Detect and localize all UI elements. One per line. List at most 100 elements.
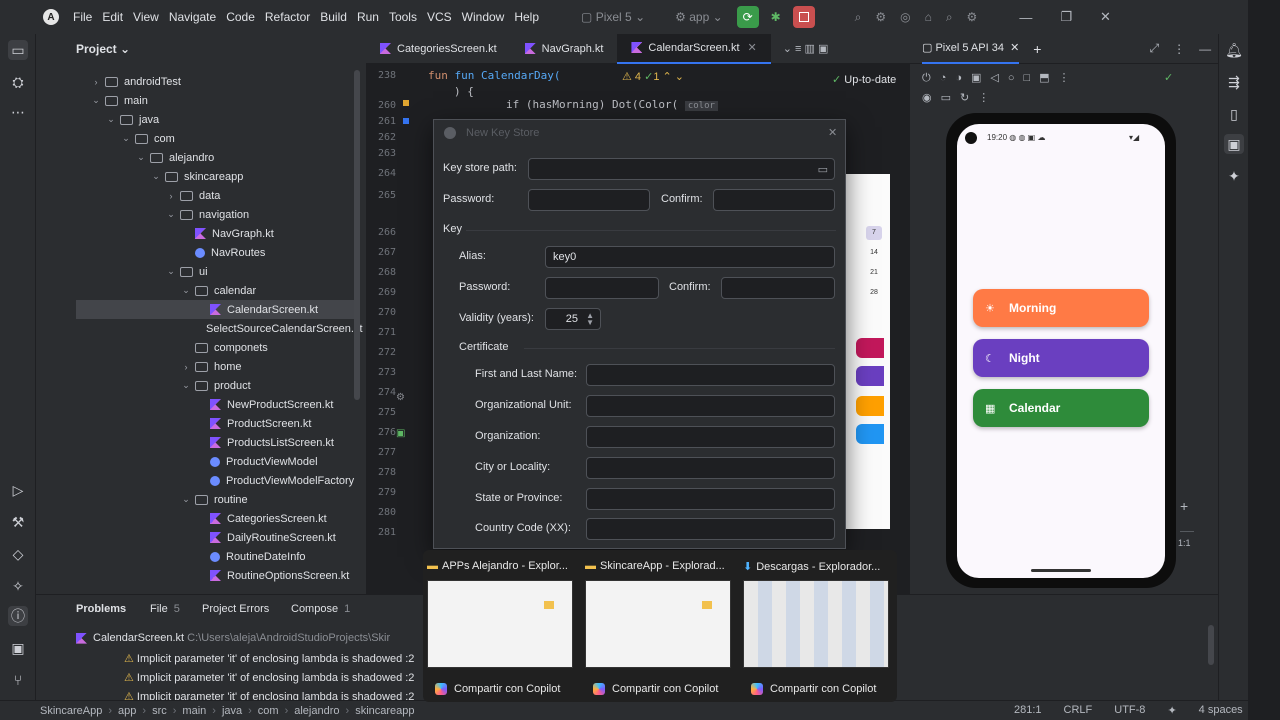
breadcrumb-item[interactable]: src xyxy=(152,705,167,717)
line-separator[interactable]: CRLF xyxy=(1064,704,1093,717)
tree-item[interactable]: ProductViewModelFactory xyxy=(76,471,356,490)
menu-item-help[interactable]: Help xyxy=(514,10,539,24)
logcat-icon[interactable]: ✧ xyxy=(8,576,28,596)
project-scrollbar[interactable] xyxy=(354,70,360,400)
tree-item[interactable]: ⌄ java xyxy=(76,110,356,129)
build-tool-icon[interactable]: ⚒ xyxy=(8,512,28,532)
chevron-icon[interactable]: ⌄ xyxy=(166,209,176,220)
gradle-icon[interactable]: ⇶ xyxy=(1224,72,1244,92)
more-tools-icon[interactable]: ⋯ xyxy=(8,102,28,122)
tree-item[interactable]: SelectSourceCalendarScreen.kt xyxy=(76,319,363,338)
dialog-close-icon[interactable]: ✕ xyxy=(828,126,837,139)
tree-item[interactable]: ProductsListScreen.kt xyxy=(76,433,356,452)
menu-item-refactor[interactable]: Refactor xyxy=(265,10,310,24)
editor-tab[interactable]: NavGraph.kt xyxy=(511,34,618,64)
first-last-name-input[interactable] xyxy=(586,364,835,386)
terminal-icon[interactable]: ▣ xyxy=(8,638,28,658)
menu-item-navigate[interactable]: Navigate xyxy=(169,10,216,24)
apply-changes-button[interactable]: ⟳ xyxy=(736,6,759,28)
chevron-icon[interactable]: ⌄ xyxy=(121,133,131,144)
menu-item-build[interactable]: Build xyxy=(320,10,347,24)
tree-item[interactable]: ⌄ main xyxy=(76,91,356,110)
gesture-bar[interactable] xyxy=(1031,569,1091,572)
editor-tab[interactable]: CategoriesScreen.kt xyxy=(366,34,511,64)
tree-item[interactable]: ⌄ alejandro xyxy=(76,148,356,167)
morning-button[interactable]: ☀ Morning xyxy=(973,289,1149,327)
notifications-icon[interactable]: 🔔︎ xyxy=(1224,40,1244,60)
tree-item[interactable]: CalendarScreen.kt xyxy=(76,300,356,319)
caret-position[interactable]: 281:1 xyxy=(1014,704,1042,717)
breadcrumb-item[interactable]: main xyxy=(182,705,206,717)
breadcrumb-item[interactable]: alejandro xyxy=(294,705,339,717)
tree-item[interactable]: › home xyxy=(76,357,356,376)
debug-button[interactable]: ✱ xyxy=(765,6,787,28)
menu-item-view[interactable]: View xyxy=(133,10,159,24)
preview-thumbnail[interactable] xyxy=(585,580,731,668)
tree-item[interactable]: ProductScreen.kt xyxy=(76,414,356,433)
menu-item-file[interactable]: File xyxy=(73,10,92,24)
device-manager-icon[interactable]: ▯ xyxy=(1224,104,1244,124)
key-password-input[interactable] xyxy=(545,277,659,299)
gem-icon[interactable]: ◇ xyxy=(8,544,28,564)
tree-item[interactable]: ⌄ navigation xyxy=(76,205,356,224)
tree-item[interactable]: › androidTest xyxy=(76,72,356,91)
problem-item[interactable]: ⚠ Implicit parameter 'it' of enclosing l… xyxy=(124,671,414,684)
add-device-icon[interactable]: + xyxy=(1033,41,1041,57)
more-options-icon[interactable]: ⋮ xyxy=(1173,42,1185,56)
problems-tab[interactable]: Project Errors xyxy=(202,603,269,615)
chevron-icon[interactable]: › xyxy=(91,77,101,87)
chevron-icon[interactable]: › xyxy=(166,191,176,201)
tree-item[interactable]: CategoriesScreen.kt xyxy=(76,509,356,528)
indent-setting[interactable]: 4 spaces xyxy=(1199,704,1243,717)
menu-item-window[interactable]: Window xyxy=(462,10,505,24)
close-window-icon[interactable]: ✕ xyxy=(1100,9,1111,25)
git-icon[interactable]: ⑂ xyxy=(8,670,28,690)
alias-input[interactable]: key0 xyxy=(545,246,835,268)
problems-tab[interactable]: File 5 xyxy=(150,603,180,615)
taskbar-preview[interactable]: ▬ SkincareApp - Explorad... Compartir con… xyxy=(581,550,731,700)
tree-item[interactable]: ⌄ routine xyxy=(76,490,356,509)
store-password-input[interactable] xyxy=(528,189,650,211)
city-input[interactable] xyxy=(586,457,835,479)
breadcrumb-item[interactable]: skincareapp xyxy=(355,705,414,717)
run-config-selector[interactable]: ⚙ app ⌄ xyxy=(675,10,723,24)
file-encoding[interactable]: UTF-8 xyxy=(1114,704,1145,717)
chevron-icon[interactable]: ⌄ xyxy=(151,171,161,182)
device-tab[interactable]: ▢ Pixel 5 API 34 ✕ xyxy=(922,34,1020,64)
tree-item[interactable]: RoutineDateInfo xyxy=(76,547,356,566)
night-button[interactable]: ☾ Night xyxy=(973,339,1149,377)
gemini-icon[interactable]: ✦ xyxy=(1224,166,1244,186)
device-selector[interactable]: ▢ Pixel 5 ⌄ xyxy=(581,10,645,24)
chevron-icon[interactable]: ⌄ xyxy=(181,380,191,391)
problems-tab[interactable]: Compose 1 xyxy=(291,603,350,615)
editor-tab[interactable]: CalendarScreen.kt ✕ xyxy=(617,33,771,64)
menu-item-edit[interactable]: Edit xyxy=(102,10,123,24)
zoom-in-icon[interactable]: + xyxy=(1180,498,1188,514)
preview-gutter-icon[interactable]: ▣ xyxy=(396,428,405,439)
zoom-out-icon[interactable]: — xyxy=(1180,522,1194,538)
organization-input[interactable] xyxy=(586,426,835,448)
chevron-icon[interactable]: ⌄ xyxy=(181,494,191,505)
minimize-icon[interactable]: — xyxy=(1019,10,1032,25)
ai-status-icon[interactable]: ✦ xyxy=(1167,704,1176,717)
key-confirm-input[interactable] xyxy=(721,277,835,299)
taskbar-preview[interactable]: ⬇ Descargas - Explorador... Compartir con… xyxy=(739,550,889,700)
hide-panel-icon[interactable]: — xyxy=(1199,42,1211,56)
tree-item[interactable]: NewProductScreen.kt xyxy=(76,395,356,414)
project-header[interactable]: Project ⌄ xyxy=(36,34,366,64)
preview-thumbnail[interactable] xyxy=(427,580,573,668)
gear-icon[interactable]: ⚙ xyxy=(396,392,405,403)
tree-item[interactable]: NavGraph.kt xyxy=(76,224,356,243)
spinner-arrows-icon[interactable]: ▲ ▼ xyxy=(586,312,594,327)
tree-item[interactable]: ⌄ calendar xyxy=(76,281,356,300)
chevron-icon[interactable]: ⌄ xyxy=(181,285,191,296)
menu-item-tools[interactable]: Tools xyxy=(389,10,417,24)
problems-tab[interactable]: Problems xyxy=(76,603,126,615)
tree-item[interactable]: ProductViewModel xyxy=(76,452,356,471)
problems-tool-icon[interactable]: ⓘ xyxy=(8,606,28,626)
store-confirm-input[interactable] xyxy=(713,189,835,211)
share-with-copilot-button[interactable]: Compartir con Copilot xyxy=(435,683,560,695)
taskbar-preview[interactable]: ▬ APPs Alejandro - Explor... Compartir co… xyxy=(423,550,573,700)
chevron-icon[interactable]: ⌄ xyxy=(106,114,116,125)
menu-item-code[interactable]: Code xyxy=(226,10,255,24)
